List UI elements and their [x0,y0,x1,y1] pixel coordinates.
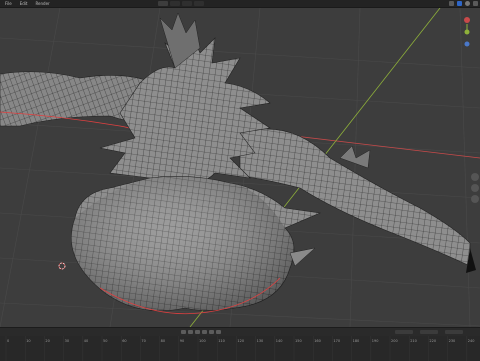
workspace-tab-active[interactable] [158,1,168,6]
gizmo-x-icon[interactable] [464,17,470,23]
scene-selector-icon[interactable] [449,1,454,6]
ruler-tick-label: 110 [218,339,225,343]
viewport-scene [0,8,480,327]
jump-start-icon[interactable] [181,330,186,334]
ruler-tick-label: 170 [333,339,340,343]
ruler-tick-label: 80 [161,339,165,343]
ruler-tick-label: 30 [65,339,69,343]
ruler-tick-label: 220 [429,339,436,343]
menu-file[interactable]: File [1,0,16,7]
timeline-editor: 0 10 20 30 40 50 60 70 80 90 100 110 120 130 140 150 160… [0,327,480,361]
view-layer-icon[interactable] [457,1,462,6]
gizmo-y-icon[interactable] [464,29,470,35]
3d-viewport[interactable] [0,8,480,327]
top-right-icons [449,0,478,7]
pan-hand-icon[interactable] [471,184,479,192]
start-frame-field[interactable] [420,330,438,334]
ruler-tick-label: 160 [314,339,321,343]
menu-edit[interactable]: Edit [16,0,32,7]
end-frame-field[interactable] [445,330,463,334]
filter-icon[interactable] [473,1,478,6]
workspace-tabs [158,0,204,7]
ruler-tick-label: 20 [45,339,49,343]
ruler-tick-label: 40 [84,339,88,343]
zoom-icon[interactable] [471,173,479,181]
gizmo-z-icon[interactable] [464,41,470,47]
ruler-tick-label: 50 [103,339,107,343]
timeline-header [0,328,480,336]
ruler-tick-label: 230 [449,339,456,343]
current-frame-field[interactable] [395,330,413,334]
ruler-tick-label: 200 [391,339,398,343]
main-menu: File Edit Render [1,0,54,7]
ruler-tick-label: 70 [141,339,145,343]
jump-end-icon[interactable] [216,330,221,334]
ruler-tick-label: 210 [410,339,417,343]
workspace-tab[interactable] [194,1,204,6]
play-reverse-icon[interactable] [195,330,200,334]
3d-cursor[interactable] [58,262,66,270]
ruler-tick-label: 120 [237,339,244,343]
ruler-tick-label: 140 [276,339,283,343]
top-header-bar: File Edit Render [0,0,480,8]
ruler-tick-label: 90 [180,339,184,343]
workspace-tab[interactable] [182,1,192,6]
ruler-tick-label: 130 [257,339,264,343]
play-icon[interactable] [202,330,207,334]
next-keyframe-icon[interactable] [209,330,214,334]
camera-view-icon[interactable] [471,195,479,203]
playback-controls [181,330,221,334]
ruler-tick-label: 0 [7,339,9,343]
render-engine-icon[interactable] [465,1,470,6]
ruler-tick-label: 100 [199,339,206,343]
ruler-tick-label: 60 [122,339,126,343]
ruler-tick-label: 190 [372,339,379,343]
timeline-ruler[interactable]: 0 10 20 30 40 50 60 70 80 90 100 110 120 130 140 150 160… [0,336,480,361]
navigation-gizmo[interactable] [458,14,476,54]
workspace-tab[interactable] [170,1,180,6]
ruler-tick-label: 180 [353,339,360,343]
prev-keyframe-icon[interactable] [188,330,193,334]
ruler-tick-label: 240 [468,339,475,343]
ruler-tick-label: 10 [26,339,30,343]
ruler-tick-label: 150 [295,339,302,343]
menu-render[interactable]: Render [31,0,53,7]
